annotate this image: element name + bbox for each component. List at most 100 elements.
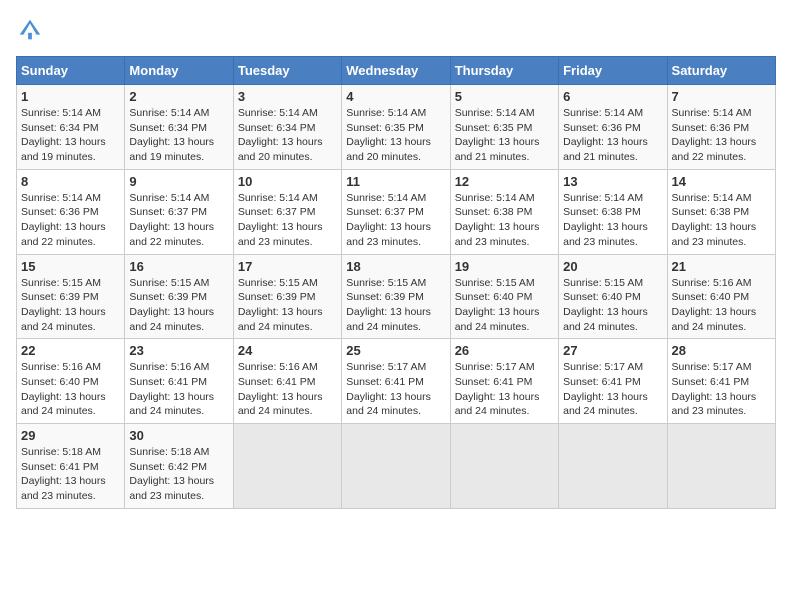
day-number: 7	[672, 89, 771, 104]
week-row-3: 15 Sunrise: 5:15 AMSunset: 6:39 PMDayligh…	[17, 254, 776, 339]
logo-icon	[16, 16, 44, 44]
calendar-cell	[233, 424, 341, 509]
day-info: Sunrise: 5:14 AMSunset: 6:35 PMDaylight:…	[455, 106, 554, 165]
day-number: 5	[455, 89, 554, 104]
day-info: Sunrise: 5:17 AMSunset: 6:41 PMDaylight:…	[563, 360, 662, 419]
calendar-cell	[450, 424, 558, 509]
day-number: 11	[346, 174, 445, 189]
day-info: Sunrise: 5:14 AMSunset: 6:35 PMDaylight:…	[346, 106, 445, 165]
calendar-cell: 7 Sunrise: 5:14 AMSunset: 6:36 PMDaylight…	[667, 85, 775, 170]
header-row: SundayMondayTuesdayWednesdayThursdayFrid…	[17, 57, 776, 85]
calendar-cell: 22 Sunrise: 5:16 AMSunset: 6:40 PMDayligh…	[17, 339, 125, 424]
day-info: Sunrise: 5:14 AMSunset: 6:36 PMDaylight:…	[21, 191, 120, 250]
day-number: 21	[672, 259, 771, 274]
day-number: 30	[129, 428, 228, 443]
calendar-cell: 23 Sunrise: 5:16 AMSunset: 6:41 PMDayligh…	[125, 339, 233, 424]
calendar-cell: 16 Sunrise: 5:15 AMSunset: 6:39 PMDayligh…	[125, 254, 233, 339]
day-info: Sunrise: 5:14 AMSunset: 6:37 PMDaylight:…	[129, 191, 228, 250]
day-info: Sunrise: 5:14 AMSunset: 6:38 PMDaylight:…	[455, 191, 554, 250]
calendar-cell: 5 Sunrise: 5:14 AMSunset: 6:35 PMDaylight…	[450, 85, 558, 170]
day-number: 8	[21, 174, 120, 189]
calendar-cell: 14 Sunrise: 5:14 AMSunset: 6:38 PMDayligh…	[667, 169, 775, 254]
calendar-cell: 10Sunrise: 5:14 AMSunset: 6:37 PMDayligh…	[233, 169, 341, 254]
week-row-5: 29Sunrise: 5:18 AMSunset: 6:41 PMDayligh…	[17, 424, 776, 509]
calendar-cell: 21 Sunrise: 5:16 AMSunset: 6:40 PMDayligh…	[667, 254, 775, 339]
day-number: 27	[563, 343, 662, 358]
day-info: Sunrise: 5:14 AMSunset: 6:34 PMDaylight:…	[129, 106, 228, 165]
header-day-monday: Monday	[125, 57, 233, 85]
day-number: 25	[346, 343, 445, 358]
day-info: Sunrise: 5:16 AMSunset: 6:41 PMDaylight:…	[238, 360, 337, 419]
page-header	[16, 16, 776, 44]
day-info: Sunrise: 5:14 AMSunset: 6:38 PMDaylight:…	[563, 191, 662, 250]
day-number: 14	[672, 174, 771, 189]
week-row-4: 22 Sunrise: 5:16 AMSunset: 6:40 PMDayligh…	[17, 339, 776, 424]
calendar-cell: 24 Sunrise: 5:16 AMSunset: 6:41 PMDayligh…	[233, 339, 341, 424]
day-number: 28	[672, 343, 771, 358]
calendar-cell: 30Sunrise: 5:18 AMSunset: 6:42 PMDayligh…	[125, 424, 233, 509]
calendar-cell: 15 Sunrise: 5:15 AMSunset: 6:39 PMDayligh…	[17, 254, 125, 339]
calendar-cell: 2 Sunrise: 5:14 AMSunset: 6:34 PMDaylight…	[125, 85, 233, 170]
calendar-header: SundayMondayTuesdayWednesdayThursdayFrid…	[17, 57, 776, 85]
calendar-cell: 1Sunrise: 5:14 AMSunset: 6:34 PMDaylight…	[17, 85, 125, 170]
day-info: Sunrise: 5:15 AMSunset: 6:39 PMDaylight:…	[21, 276, 120, 335]
day-info: Sunrise: 5:16 AMSunset: 6:41 PMDaylight:…	[129, 360, 228, 419]
day-number: 18	[346, 259, 445, 274]
calendar-cell: 20 Sunrise: 5:15 AMSunset: 6:40 PMDayligh…	[559, 254, 667, 339]
day-number: 16	[129, 259, 228, 274]
day-number: 20	[563, 259, 662, 274]
calendar-cell: 29Sunrise: 5:18 AMSunset: 6:41 PMDayligh…	[17, 424, 125, 509]
day-number: 6	[563, 89, 662, 104]
day-info: Sunrise: 5:15 AMSunset: 6:39 PMDaylight:…	[129, 276, 228, 335]
calendar-cell: 12 Sunrise: 5:14 AMSunset: 6:38 PMDayligh…	[450, 169, 558, 254]
calendar-body: 1Sunrise: 5:14 AMSunset: 6:34 PMDaylight…	[17, 85, 776, 509]
calendar-cell	[667, 424, 775, 509]
calendar-cell: 4 Sunrise: 5:14 AMSunset: 6:35 PMDaylight…	[342, 85, 450, 170]
day-info: Sunrise: 5:16 AMSunset: 6:40 PMDaylight:…	[21, 360, 120, 419]
day-number: 4	[346, 89, 445, 104]
day-number: 10	[238, 174, 337, 189]
day-info: Sunrise: 5:14 AMSunset: 6:37 PMDaylight:…	[346, 191, 445, 250]
calendar-cell: 11 Sunrise: 5:14 AMSunset: 6:37 PMDayligh…	[342, 169, 450, 254]
calendar-cell: 9 Sunrise: 5:14 AMSunset: 6:37 PMDaylight…	[125, 169, 233, 254]
day-info: Sunrise: 5:18 AMSunset: 6:41 PMDaylight:…	[21, 445, 120, 504]
calendar-cell	[559, 424, 667, 509]
calendar-cell: 18 Sunrise: 5:15 AMSunset: 6:39 PMDayligh…	[342, 254, 450, 339]
day-number: 12	[455, 174, 554, 189]
day-number: 22	[21, 343, 120, 358]
day-number: 13	[563, 174, 662, 189]
day-number: 9	[129, 174, 228, 189]
day-info: Sunrise: 5:17 AMSunset: 6:41 PMDaylight:…	[455, 360, 554, 419]
header-day-tuesday: Tuesday	[233, 57, 341, 85]
day-number: 24	[238, 343, 337, 358]
calendar-cell: 19 Sunrise: 5:15 AMSunset: 6:40 PMDayligh…	[450, 254, 558, 339]
day-number: 26	[455, 343, 554, 358]
day-info: Sunrise: 5:15 AMSunset: 6:40 PMDaylight:…	[563, 276, 662, 335]
header-day-thursday: Thursday	[450, 57, 558, 85]
calendar-cell: 27 Sunrise: 5:17 AMSunset: 6:41 PMDayligh…	[559, 339, 667, 424]
day-number: 17	[238, 259, 337, 274]
week-row-1: 1Sunrise: 5:14 AMSunset: 6:34 PMDaylight…	[17, 85, 776, 170]
day-info: Sunrise: 5:14 AMSunset: 6:34 PMDaylight:…	[238, 106, 337, 165]
calendar-cell: 17Sunrise: 5:15 AMSunset: 6:39 PMDayligh…	[233, 254, 341, 339]
day-number: 19	[455, 259, 554, 274]
calendar-cell	[342, 424, 450, 509]
day-info: Sunrise: 5:17 AMSunset: 6:41 PMDaylight:…	[672, 360, 771, 419]
day-info: Sunrise: 5:14 AMSunset: 6:36 PMDaylight:…	[672, 106, 771, 165]
calendar-cell: 26 Sunrise: 5:17 AMSunset: 6:41 PMDayligh…	[450, 339, 558, 424]
calendar-cell: 6Sunrise: 5:14 AMSunset: 6:36 PMDaylight…	[559, 85, 667, 170]
day-info: Sunrise: 5:15 AMSunset: 6:40 PMDaylight:…	[455, 276, 554, 335]
day-number: 2	[129, 89, 228, 104]
header-day-friday: Friday	[559, 57, 667, 85]
day-info: Sunrise: 5:16 AMSunset: 6:40 PMDaylight:…	[672, 276, 771, 335]
day-number: 15	[21, 259, 120, 274]
day-number: 3	[238, 89, 337, 104]
calendar-cell: 13 Sunrise: 5:14 AMSunset: 6:38 PMDayligh…	[559, 169, 667, 254]
day-number: 23	[129, 343, 228, 358]
day-info: Sunrise: 5:15 AMSunset: 6:39 PMDaylight:…	[346, 276, 445, 335]
day-info: Sunrise: 5:14 AMSunset: 6:38 PMDaylight:…	[672, 191, 771, 250]
week-row-2: 8 Sunrise: 5:14 AMSunset: 6:36 PMDaylight…	[17, 169, 776, 254]
calendar-table: SundayMondayTuesdayWednesdayThursdayFrid…	[16, 56, 776, 509]
calendar-cell: 25Sunrise: 5:17 AMSunset: 6:41 PMDayligh…	[342, 339, 450, 424]
day-info: Sunrise: 5:14 AMSunset: 6:34 PMDaylight:…	[21, 106, 120, 165]
